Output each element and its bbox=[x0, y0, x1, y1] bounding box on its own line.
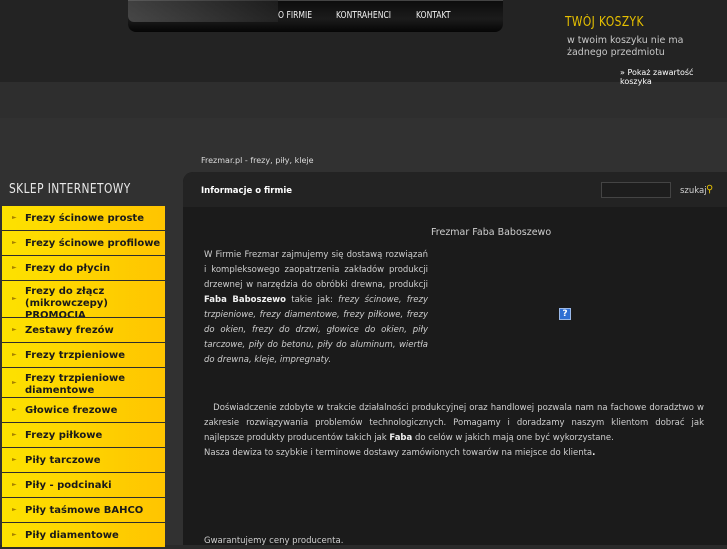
menu-item[interactable]: ► Piły diamentowe bbox=[2, 523, 165, 548]
menu-item-label: Głowice frezowe bbox=[25, 405, 118, 416]
search-icon[interactable]: ⚲ bbox=[706, 184, 713, 195]
menu-item-label: Zestawy frezów bbox=[25, 325, 114, 336]
menu-item[interactable]: ► Głowice frezowe bbox=[2, 398, 165, 423]
nav-item-kontrahenci[interactable]: KONTRAHENCI bbox=[336, 10, 391, 21]
menu-item[interactable]: ► Piły taśmowe BAHCO bbox=[2, 498, 165, 523]
experience-text-2: do celów w jakich mają one być wykorzyst… bbox=[412, 433, 614, 443]
menu-item[interactable]: ► Frezy piłkowe bbox=[2, 423, 165, 448]
bullet-icon: ► bbox=[12, 531, 17, 538]
search-input[interactable] bbox=[601, 182, 671, 198]
search-button[interactable]: szukaj bbox=[680, 186, 707, 196]
nav-gloss bbox=[128, 0, 278, 22]
experience-bold: Faba bbox=[389, 433, 413, 443]
menu-item-label: Frezy trzpieniowe diamentowe bbox=[25, 373, 126, 396]
main-panel: Informacje o firmie szukaj ⚲ Frezmar Fab… bbox=[183, 172, 727, 546]
menu-item[interactable]: ► Zestawy frezów bbox=[2, 318, 165, 343]
menu-item[interactable]: ► Frezy trzpieniowe diamentowe bbox=[2, 368, 165, 398]
intro-text-2: takie jak: bbox=[285, 295, 339, 305]
experience-paragraph: Doświadczenie zdobyte w trakcie działaln… bbox=[204, 401, 704, 461]
bullet-icon: ► bbox=[12, 378, 17, 386]
main-header: Informacje o firmie szukaj ⚲ bbox=[183, 172, 727, 207]
bullet-icon: ► bbox=[12, 295, 17, 302]
cart-empty-text: w twoim koszyku nie ma żadnego przedmiot… bbox=[567, 35, 684, 58]
content-title: Frezmar Faba Baboszewo bbox=[431, 227, 552, 238]
menu-item-label: Frezy ścinowe profilowe bbox=[25, 238, 161, 249]
bullet-icon: ► bbox=[12, 326, 17, 333]
menu-item-label: Frezy do złącz (mikrowczepy) PROMOCJA bbox=[25, 286, 108, 318]
menu-item-label: Piły tarczowe bbox=[25, 455, 101, 466]
menu-item[interactable]: ► Frezy do płycin bbox=[2, 256, 165, 281]
menu-item[interactable]: ► Frezy do złącz (mikrowczepy) PROMOCJA bbox=[2, 281, 165, 318]
broken-image-icon: ? bbox=[559, 308, 571, 320]
header-strip bbox=[0, 82, 727, 118]
menu-item-label: Frezy piłkowe bbox=[25, 430, 103, 441]
top-navigation: O FIRMIE KONTRAHENCI KONTAKT bbox=[128, 0, 503, 32]
category-menu: ► Frezy ścinowe proste ► Frezy ścinowe pro… bbox=[2, 206, 165, 548]
bullet-icon: ► bbox=[12, 481, 17, 488]
menu-item-label: Piły diamentowe bbox=[25, 530, 119, 541]
intro-products: frezy ścinowe, frezy trzpieniowe, frezy … bbox=[204, 295, 428, 365]
menu-item-label: Piły - podcinaki bbox=[25, 480, 112, 491]
bullet-icon: ► bbox=[12, 456, 17, 463]
intro-bold: Faba Baboszewo bbox=[204, 295, 286, 305]
menu-item-label: Piły taśmowe BAHCO bbox=[25, 505, 144, 516]
nav-item-o-firmie[interactable]: O FIRMIE bbox=[278, 10, 312, 21]
show-cart-link[interactable]: » Pokaż zawartość koszyka bbox=[620, 68, 727, 86]
page-title: Informacje o firmie bbox=[201, 186, 293, 196]
bullet-icon: ► bbox=[12, 214, 17, 221]
intro-paragraph: W Firmie Frezmar zajmujemy się dostawą r… bbox=[204, 248, 428, 368]
motto-text: Nasza dewiza to szybkie i terminowe dost… bbox=[204, 448, 593, 458]
motto-dot: . bbox=[592, 448, 596, 458]
menu-item-label: Frezy trzpieniowe bbox=[25, 350, 126, 361]
nav-item-kontakt[interactable]: KONTAKT bbox=[416, 10, 451, 21]
menu-item[interactable]: ► Piły tarczowe bbox=[2, 448, 165, 473]
bullet-icon: ► bbox=[12, 264, 17, 271]
bullet-icon: ► bbox=[12, 239, 17, 246]
price-guarantee: Gwarantujemy ceny producenta. bbox=[204, 536, 344, 546]
bullet-icon: ► bbox=[12, 351, 17, 358]
menu-item[interactable]: ► Piły - podcinaki bbox=[2, 473, 165, 498]
menu-item[interactable]: ► Frezy ścinowe profilowe bbox=[2, 231, 165, 256]
cart-title: TWÓJ KOSZYK bbox=[565, 15, 644, 30]
breadcrumb: Frezmar.pl - frezy, piły, kleje bbox=[201, 156, 314, 165]
intro-text: W Firmie Frezmar zajmujemy się dostawą r… bbox=[204, 250, 428, 290]
bullet-icon: ► bbox=[12, 431, 17, 438]
bullet-icon: ► bbox=[12, 506, 17, 513]
menu-item[interactable]: ► Frezy ścinowe proste bbox=[2, 206, 165, 231]
shop-title: SKLEP INTERNETOWY bbox=[9, 182, 131, 197]
menu-item-label: Frezy ścinowe proste bbox=[25, 213, 144, 224]
menu-item-label: Frezy do płycin bbox=[25, 263, 111, 274]
menu-item[interactable]: ► Frezy trzpieniowe bbox=[2, 343, 165, 368]
bullet-icon: ► bbox=[12, 406, 17, 413]
